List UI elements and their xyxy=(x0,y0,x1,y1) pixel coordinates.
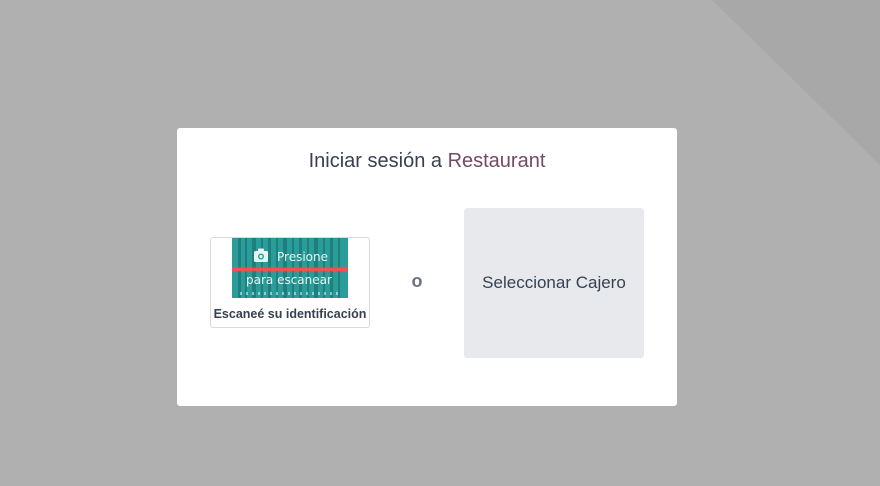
login-dialog: Iniciar sesión a Restaurant Presione par… xyxy=(177,128,677,406)
barcode-scan-image[interactable]: Presione para escanear xyxy=(232,238,348,298)
dialog-title: Iniciar sesión a Restaurant xyxy=(177,150,677,173)
backdrop: Iniciar sesión a Restaurant Presione par… xyxy=(0,0,880,486)
select-cashier-button[interactable]: Seleccionar Cajero xyxy=(464,208,644,358)
scan-badge-button[interactable]: Presione para escanear Escaneé su identi… xyxy=(210,237,370,328)
title-brand: Restaurant xyxy=(447,150,546,172)
title-prefix: Iniciar sesión a xyxy=(308,150,448,172)
or-separator: o xyxy=(411,271,423,291)
scan-overlay-line2: para escanear xyxy=(246,273,332,287)
scan-overlay-line1: Presione xyxy=(277,250,328,264)
scan-caption: Escaneé su identificación xyxy=(213,307,367,321)
